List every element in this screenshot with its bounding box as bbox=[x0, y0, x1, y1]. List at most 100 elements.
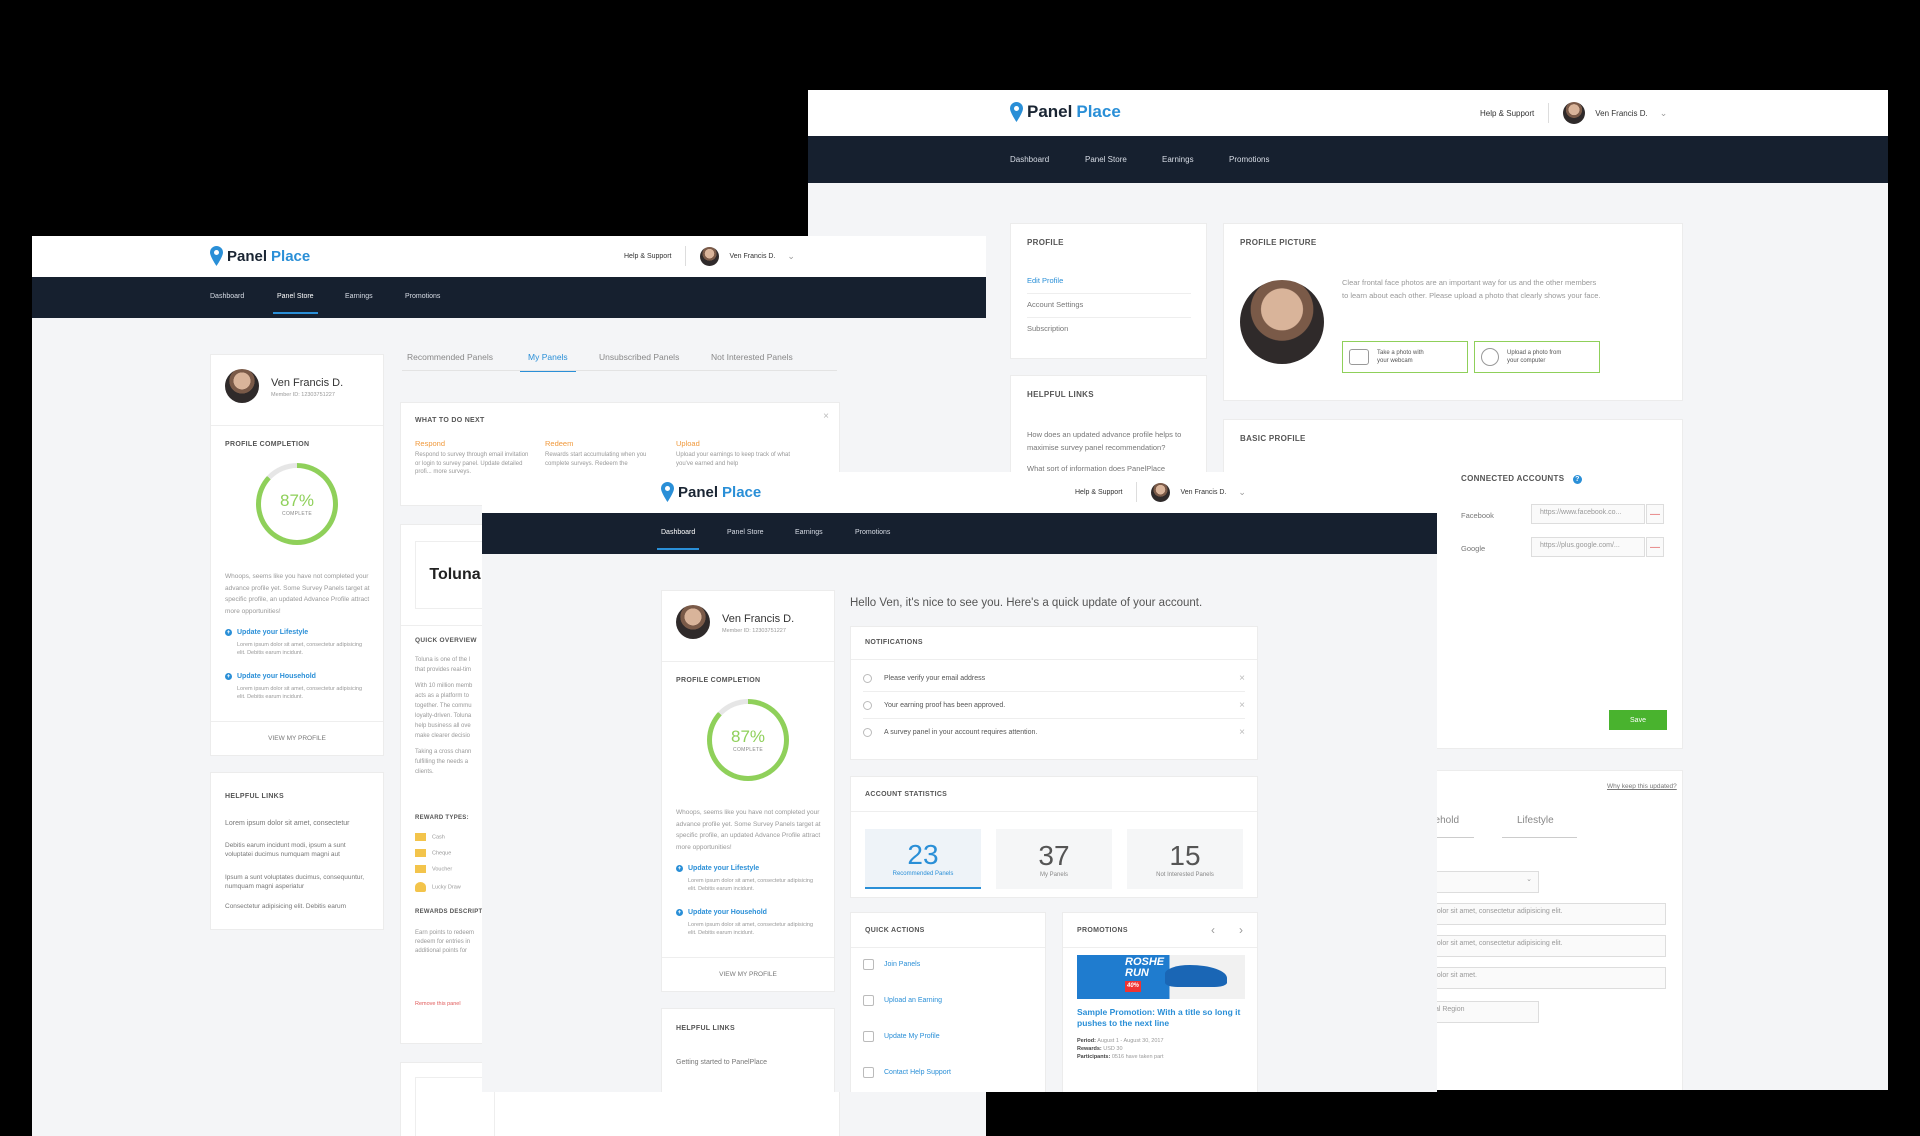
notification-row[interactable]: Your earning proof has been approved. × bbox=[863, 692, 1245, 719]
text-field[interactable]: dolor sit amet, consectetur adipisicing … bbox=[1424, 935, 1666, 957]
remove-panel-link[interactable]: Remove this panel bbox=[415, 1001, 461, 1007]
nav-earnings[interactable]: Earnings bbox=[1162, 155, 1194, 164]
reward-cheque: Cheque bbox=[415, 849, 451, 858]
save-button[interactable]: Save bbox=[1609, 710, 1667, 730]
avatar[interactable] bbox=[1151, 482, 1171, 502]
stat-recommended-panels[interactable]: 23 Recommended Panels bbox=[865, 829, 981, 889]
nav-panel-store[interactable]: Panel Store bbox=[273, 293, 318, 314]
google-url-field[interactable]: https://plus.google.com/... bbox=[1531, 537, 1645, 557]
completion-message: Whoops, seems like you have not complete… bbox=[676, 809, 821, 851]
plus-icon: + bbox=[225, 673, 232, 680]
select-field[interactable]: ⌄ bbox=[1424, 871, 1539, 893]
divider bbox=[211, 425, 383, 426]
tab-not-interested-panels[interactable]: Not Interested Panels bbox=[711, 352, 793, 362]
chevron-down-icon[interactable]: ⌄ bbox=[1660, 108, 1668, 119]
close-icon[interactable]: × bbox=[1239, 727, 1245, 738]
join-panels-action[interactable]: Join Panels bbox=[863, 959, 920, 970]
nav-panel-store[interactable]: Panel Store bbox=[727, 529, 764, 536]
menu-edit-profile[interactable]: Edit Profile bbox=[1027, 276, 1191, 294]
main-nav: Dashboard Panel Store Earnings Promotion… bbox=[32, 277, 986, 318]
chevron-down-icon[interactable]: ⌄ bbox=[1238, 487, 1246, 498]
nav-promotions[interactable]: Promotions bbox=[405, 293, 440, 300]
logo[interactable]: Panel Place bbox=[210, 246, 310, 266]
help-icon[interactable]: ? bbox=[1572, 475, 1582, 484]
link-desc: Lorem ipsum dolor sit amet, consectetur … bbox=[688, 878, 814, 892]
update-household-link[interactable]: + Update your Household bbox=[676, 909, 767, 916]
chevron-down-icon: ⌄ bbox=[1526, 876, 1532, 883]
helpful-link[interactable]: How does an updated advance profile help… bbox=[1027, 428, 1195, 454]
promotions-title: PROMOTIONS bbox=[1077, 927, 1128, 934]
helpful-link[interactable]: Debitis earum incidunt modi, ipsum a sun… bbox=[225, 841, 375, 859]
profile-summary-card: Ven Francis D. Member ID: 12303751227 PR… bbox=[210, 354, 384, 756]
helpful-link[interactable]: Ipsum a sunt voluptates ducimus, consequ… bbox=[225, 873, 375, 891]
logo[interactable]: Panel Place bbox=[661, 482, 761, 502]
upload-photo-button[interactable]: Upload a photo from your computer bbox=[1474, 341, 1600, 373]
nav-earnings[interactable]: Earnings bbox=[795, 529, 823, 536]
close-icon[interactable]: × bbox=[1239, 700, 1245, 711]
remove-facebook-button[interactable]: — bbox=[1646, 504, 1664, 524]
update-profile-action[interactable]: Update My Profile bbox=[863, 1031, 940, 1042]
member-id: Member ID: 12303751227 bbox=[271, 392, 335, 398]
profile-summary-card: Ven Francis D. Member ID: 12303751227 PR… bbox=[661, 590, 835, 992]
tab-my-panels[interactable]: My Panels bbox=[520, 352, 576, 372]
menu-subscription[interactable]: Subscription bbox=[1027, 324, 1068, 333]
promo-participants: Participants: 0516 have taken part bbox=[1077, 1054, 1164, 1060]
text-field[interactable]: dolor sit amet, consectetur adipisicing … bbox=[1424, 903, 1666, 925]
webcam-button[interactable]: Take a photo with your webcam bbox=[1342, 341, 1468, 373]
nav-promotions[interactable]: Promotions bbox=[855, 529, 890, 536]
step-redeem: Redeem bbox=[545, 439, 574, 448]
help-support-link[interactable]: Help & Support bbox=[1075, 489, 1122, 496]
user-name[interactable]: Ven Francis D. bbox=[729, 253, 775, 260]
menu-account-settings[interactable]: Account Settings bbox=[1027, 300, 1191, 318]
tab-underline bbox=[1502, 837, 1577, 838]
nav-earnings[interactable]: Earnings bbox=[345, 293, 373, 300]
promo-banner[interactable]: ROSHE RUN 40% bbox=[1077, 955, 1245, 999]
divider bbox=[685, 246, 687, 266]
tab-recommended-panels[interactable]: Recommended Panels bbox=[407, 352, 493, 362]
upload-earning-action[interactable]: Upload an Earning bbox=[863, 995, 942, 1006]
update-household-link[interactable]: + Update your Household bbox=[225, 673, 316, 680]
facebook-url-field[interactable]: https://www.facebook.co... bbox=[1531, 504, 1645, 524]
help-support-link[interactable]: Help & Support bbox=[624, 253, 671, 260]
notification-row[interactable]: Please verify your email address × bbox=[863, 665, 1245, 692]
completion-message: Whoops, seems like you have not complete… bbox=[225, 573, 370, 615]
nav-dashboard[interactable]: Dashboard bbox=[210, 293, 244, 300]
user-name[interactable]: Ven Francis D. bbox=[1180, 489, 1226, 496]
reward-voucher: Voucher bbox=[415, 865, 452, 874]
connected-accounts-title: CONNECTED ACCOUNTS ? bbox=[1461, 474, 1582, 484]
update-lifestyle-link[interactable]: + Update your Lifestyle bbox=[676, 865, 759, 872]
nav-promotions[interactable]: Promotions bbox=[1229, 155, 1269, 164]
close-icon[interactable]: × bbox=[1239, 673, 1245, 684]
avatar[interactable] bbox=[700, 246, 720, 266]
update-lifestyle-link[interactable]: + Update your Lifestyle bbox=[225, 629, 308, 636]
view-profile-link[interactable]: VIEW MY PROFILE bbox=[662, 971, 834, 978]
help-support-link[interactable]: Help & Support bbox=[1480, 109, 1534, 118]
logo[interactable]: Panel Place bbox=[1010, 102, 1121, 122]
nav-dashboard[interactable]: Dashboard bbox=[656, 529, 700, 550]
why-keep-updated-link[interactable]: Why keep this updated? bbox=[1607, 783, 1677, 790]
profile-name: Ven Francis D. bbox=[722, 613, 795, 625]
helpful-link[interactable]: Consectetur adipisicing elit. Debitis ea… bbox=[225, 903, 375, 910]
divider bbox=[1548, 103, 1550, 123]
promo-heading[interactable]: Sample Promotion: With a title so long i… bbox=[1077, 1007, 1247, 1029]
notification-row[interactable]: A survey panel in your account requires … bbox=[863, 719, 1245, 746]
tab-unsubscribed-panels[interactable]: Unsubscribed Panels bbox=[599, 352, 679, 362]
text-field[interactable]: dolor sit amet. bbox=[1424, 967, 1666, 989]
nav-panel-store[interactable]: Panel Store bbox=[1085, 155, 1127, 164]
tab-lifestyle[interactable]: Lifestyle bbox=[1517, 815, 1554, 826]
helpful-link[interactable]: Getting started to PanelPlace bbox=[676, 1059, 767, 1066]
nav-dashboard[interactable]: Dashboard bbox=[1010, 155, 1049, 164]
contact-support-action[interactable]: Contact Help Support bbox=[863, 1067, 951, 1078]
chevron-down-icon[interactable]: ⌄ bbox=[787, 251, 795, 262]
view-profile-link[interactable]: VIEW MY PROFILE bbox=[211, 735, 383, 742]
close-icon[interactable]: × bbox=[823, 411, 829, 422]
chevron-left-icon[interactable]: ‹ bbox=[1211, 923, 1215, 937]
helpful-link[interactable]: Lorem ipsum dolor sit amet, consectetur bbox=[225, 819, 375, 829]
remove-google-button[interactable]: — bbox=[1646, 537, 1664, 557]
chevron-right-icon[interactable]: › bbox=[1239, 923, 1243, 937]
avatar[interactable] bbox=[1563, 102, 1586, 124]
stat-not-interested-panels[interactable]: 15 Not Interested Panels bbox=[1127, 829, 1243, 889]
stat-my-panels[interactable]: 37 My Panels bbox=[996, 829, 1112, 889]
region-select[interactable]: tal Region bbox=[1424, 1001, 1539, 1023]
user-name[interactable]: Ven Francis D. bbox=[1595, 109, 1647, 118]
